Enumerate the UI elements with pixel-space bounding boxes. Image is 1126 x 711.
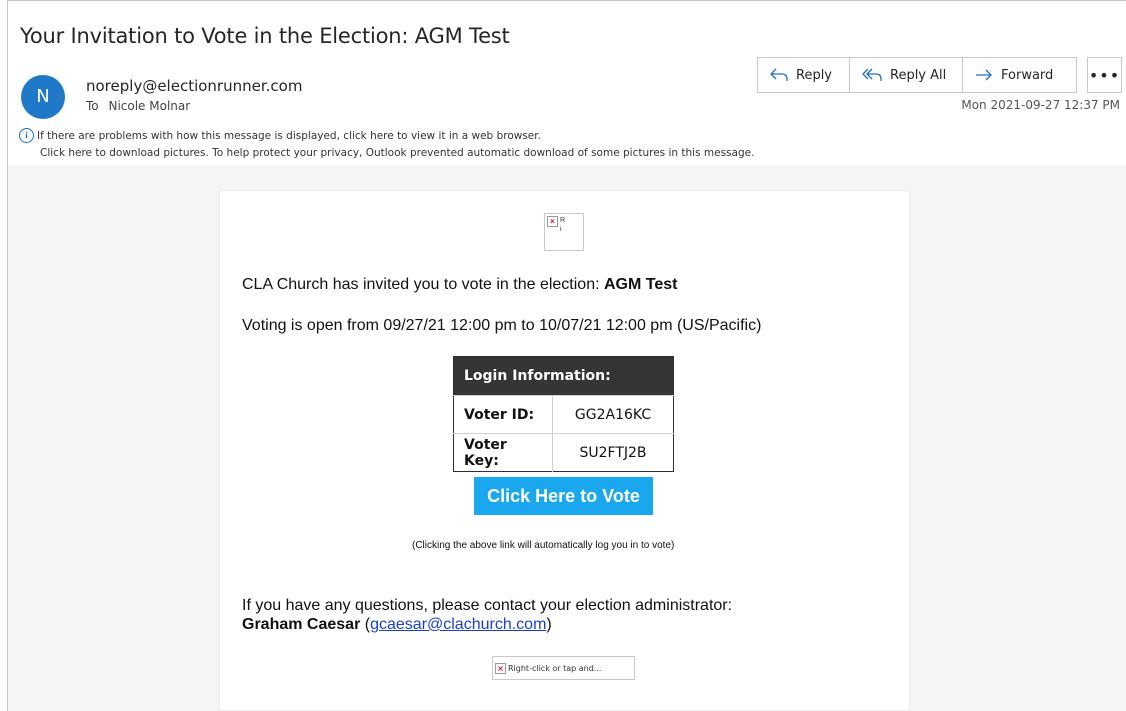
reply-icon <box>770 68 788 82</box>
table-row: Voter Key: SU2FTJ2B <box>453 433 674 472</box>
footer-image-alt-text: Right-click or tap and... <box>508 663 602 673</box>
vote-button[interactable]: Click Here to Vote <box>474 477 653 515</box>
recipient-name[interactable]: Nicole Molnar <box>108 99 190 113</box>
broken-image-icon: × <box>547 216 558 227</box>
info-bar-pictures[interactable]: Click here to download pictures. To help… <box>40 147 754 159</box>
reply-label: Reply <box>796 67 833 83</box>
admin-name: Graham Caesar <box>242 616 361 633</box>
logo-image-placeholder[interactable]: × R i <box>544 213 584 251</box>
contact-info: If you have any questions, please contac… <box>242 596 732 634</box>
admin-email-link[interactable]: gcaesar@clachurch.com <box>370 616 546 633</box>
info-bar-browser-text[interactable]: If there are problems with how this mess… <box>37 130 541 142</box>
info-icon: i <box>19 128 34 143</box>
voting-period: Voting is open from 09/27/21 12:00 pm to… <box>242 317 762 334</box>
info-bar-browser[interactable]: i If there are problems with how this me… <box>19 128 541 143</box>
more-actions-button[interactable]: ••• <box>1087 57 1122 93</box>
invitation-text: CLA Church has invited you to vote in th… <box>242 276 677 294</box>
voter-key-value: SU2FTJ2B <box>552 433 674 472</box>
invitation-prefix: CLA Church has invited you to vote in th… <box>242 276 604 293</box>
received-datetime: Mon 2021-09-27 12:37 PM <box>961 98 1120 112</box>
questions-text: If you have any questions, please contac… <box>242 597 733 614</box>
email-subject: Your Invitation to Vote in the Election:… <box>20 24 510 48</box>
login-info-table: Login Information: Voter ID: GG2A16KC Vo… <box>453 356 674 472</box>
table-row: Voter ID: GG2A16KC <box>453 395 674 434</box>
reply-all-label: Reply All <box>890 67 947 83</box>
voter-id-label: Voter ID: <box>453 395 553 434</box>
admin-line: Graham Caesar (gcaesar@clachurch.com) <box>242 616 552 633</box>
election-name: AGM Test <box>604 276 678 293</box>
sender-avatar[interactable]: N <box>21 75 65 119</box>
footer-image-placeholder[interactable]: × Right-click or tap and... <box>492 656 635 680</box>
sender-address[interactable]: noreply@electionrunner.com <box>86 77 302 95</box>
broken-image-icon: × <box>495 662 506 674</box>
forward-arrow-icon <box>975 68 993 82</box>
recipient-line: To Nicole Molnar <box>86 99 190 113</box>
vote-link-note: (Clicking the above link will automatica… <box>412 540 675 551</box>
forward-label: Forward <box>1001 67 1054 83</box>
message-actions: Reply Reply All Forward ••• <box>757 57 1122 93</box>
voter-key-label: Voter Key: <box>453 433 553 472</box>
logo-alt-text: R i <box>560 217 566 233</box>
reply-button[interactable]: Reply <box>757 57 850 93</box>
forward-button[interactable]: Forward <box>962 57 1077 93</box>
reply-all-icon <box>862 68 882 82</box>
voter-id-value: GG2A16KC <box>552 395 674 434</box>
login-info-header: Login Information: <box>453 356 674 396</box>
to-label: To <box>86 99 99 113</box>
reply-all-button[interactable]: Reply All <box>849 57 963 93</box>
